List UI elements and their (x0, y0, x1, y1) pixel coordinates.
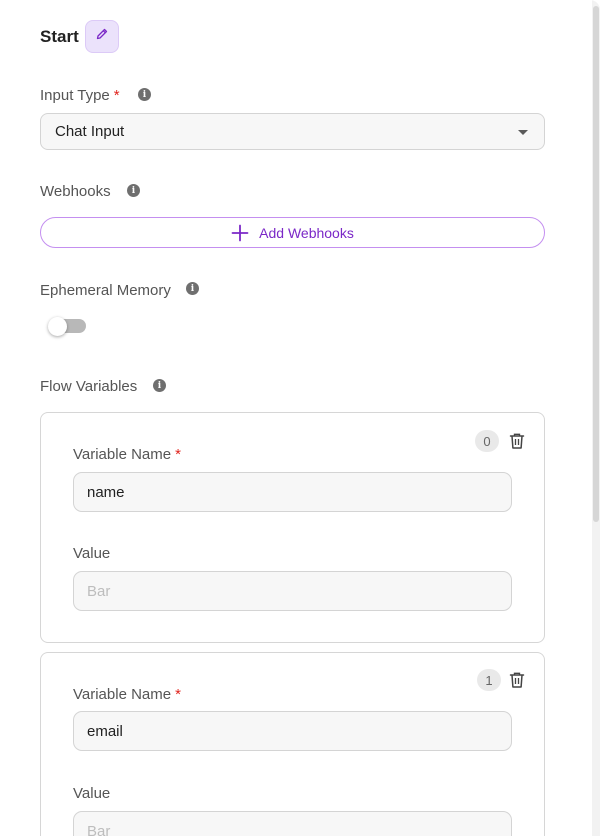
add-webhooks-button[interactable]: Add Webhooks (40, 217, 545, 248)
input-type-label-text: Input Type (40, 87, 110, 104)
input-type-label: Input Type * (40, 87, 120, 104)
variable-value-input[interactable]: Bar (73, 571, 512, 611)
variable-name-value: email (87, 723, 123, 740)
webhooks-label: Webhooks (40, 183, 111, 200)
input-type-select[interactable]: Chat Input (40, 113, 545, 150)
required-marker: * (175, 686, 181, 703)
variable-value-input[interactable]: Bar (73, 811, 512, 836)
required-marker: * (113, 87, 120, 104)
info-icon[interactable]: i (186, 282, 199, 295)
panel-title: Start (40, 27, 79, 46)
chevron-down-icon (518, 130, 528, 135)
edit-title-button[interactable] (85, 20, 119, 53)
ephemeral-memory-label: Ephemeral Memory (40, 282, 171, 299)
variable-name-label: Variable Name * (73, 686, 181, 703)
variable-name-value: name (87, 484, 125, 501)
flow-variables-label: Flow Variables (40, 378, 138, 395)
variable-name-label-text: Variable Name (73, 446, 172, 463)
variable-value-placeholder: Bar (87, 823, 111, 836)
add-webhooks-label: Add Webhooks (259, 224, 354, 241)
variable-name-input[interactable]: email (73, 711, 512, 751)
variable-index-badge: 0 (475, 430, 499, 452)
scrollbar-thumb[interactable] (593, 6, 599, 522)
variable-value-label: Value (73, 785, 111, 802)
plus-icon (231, 224, 249, 242)
variable-value-placeholder: Bar (87, 583, 111, 600)
info-icon[interactable]: i (153, 379, 166, 392)
ephemeral-memory-toggle[interactable] (48, 317, 86, 336)
trash-icon[interactable] (509, 432, 525, 450)
scrollbar[interactable] (592, 0, 600, 836)
info-icon[interactable]: i (138, 88, 151, 101)
flow-variable-card: 1 Variable Name * email Value Bar (40, 652, 545, 836)
info-icon[interactable]: i (127, 184, 140, 197)
trash-icon[interactable] (509, 671, 525, 689)
flow-variable-card: 0 Variable Name * name Value Bar (40, 412, 545, 643)
toggle-knob (48, 317, 67, 336)
input-type-value: Chat Input (55, 123, 125, 140)
variable-index-badge: 1 (477, 669, 501, 691)
variable-name-label: Variable Name * (73, 446, 181, 463)
variable-name-input[interactable]: name (73, 472, 512, 512)
required-marker: * (175, 446, 181, 463)
variable-value-label: Value (73, 545, 111, 562)
start-node-panel: Start Input Type * i Chat Input Webhooks … (0, 0, 600, 836)
variable-name-label-text: Variable Name (73, 686, 172, 703)
pencil-icon (95, 27, 109, 46)
